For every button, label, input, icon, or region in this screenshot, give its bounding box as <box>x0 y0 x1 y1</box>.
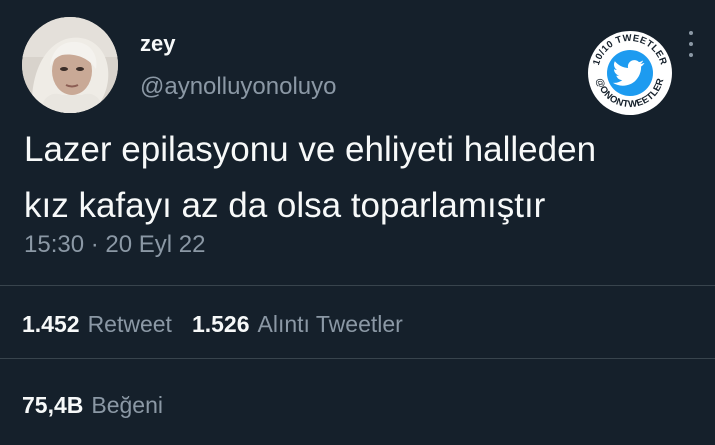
retweet-label: Retweet <box>87 311 172 337</box>
quote-tweets-stat[interactable]: 1.526 Alıntı Tweetler <box>192 309 403 339</box>
like-label: Beğeni <box>91 392 163 418</box>
quote-label: Alıntı Tweetler <box>257 311 403 337</box>
likes-stats-row: 75,4B Beğeni <box>22 390 183 420</box>
display-name[interactable]: zey <box>140 31 175 57</box>
likes-stat[interactable]: 75,4B Beğeni <box>22 390 163 420</box>
avatar-photo <box>22 17 118 113</box>
divider <box>0 285 715 286</box>
like-count: 75,4B <box>22 392 84 418</box>
tweet-text-line: Lazer epilasyonu ve ehliyeti halleden <box>24 130 597 169</box>
tweet-timestamp[interactable]: 15:30 · 20 Eyl 22 <box>24 230 205 260</box>
tweet-text: Lazer epilasyonu ve ehliyeti halleden kı… <box>24 122 694 234</box>
user-handle[interactable]: @aynolluyonoluyo <box>140 73 337 101</box>
avatar[interactable] <box>22 17 118 113</box>
retweet-count: 1.452 <box>22 311 80 337</box>
tweet-text-line: kız kafayı az da olsa toparlamıştır <box>24 186 546 225</box>
quote-count: 1.526 <box>191 311 250 337</box>
retweets-stat[interactable]: 1.452 Retweet <box>22 309 172 339</box>
engagement-stats-row: 1.452 Retweet 1.526 Alıntı Tweetler <box>22 309 423 339</box>
divider <box>0 358 715 359</box>
watermark-logo: 10/10 TWEETLER @ONONTWEETLER <box>588 31 672 115</box>
tweet-card: zey @aynolluyonoluyo 10/10 TWEETLER @ONO… <box>0 0 715 445</box>
watermark-badge: 10/10 TWEETLER @ONONTWEETLER <box>587 30 673 116</box>
more-options-icon[interactable] <box>684 31 698 57</box>
